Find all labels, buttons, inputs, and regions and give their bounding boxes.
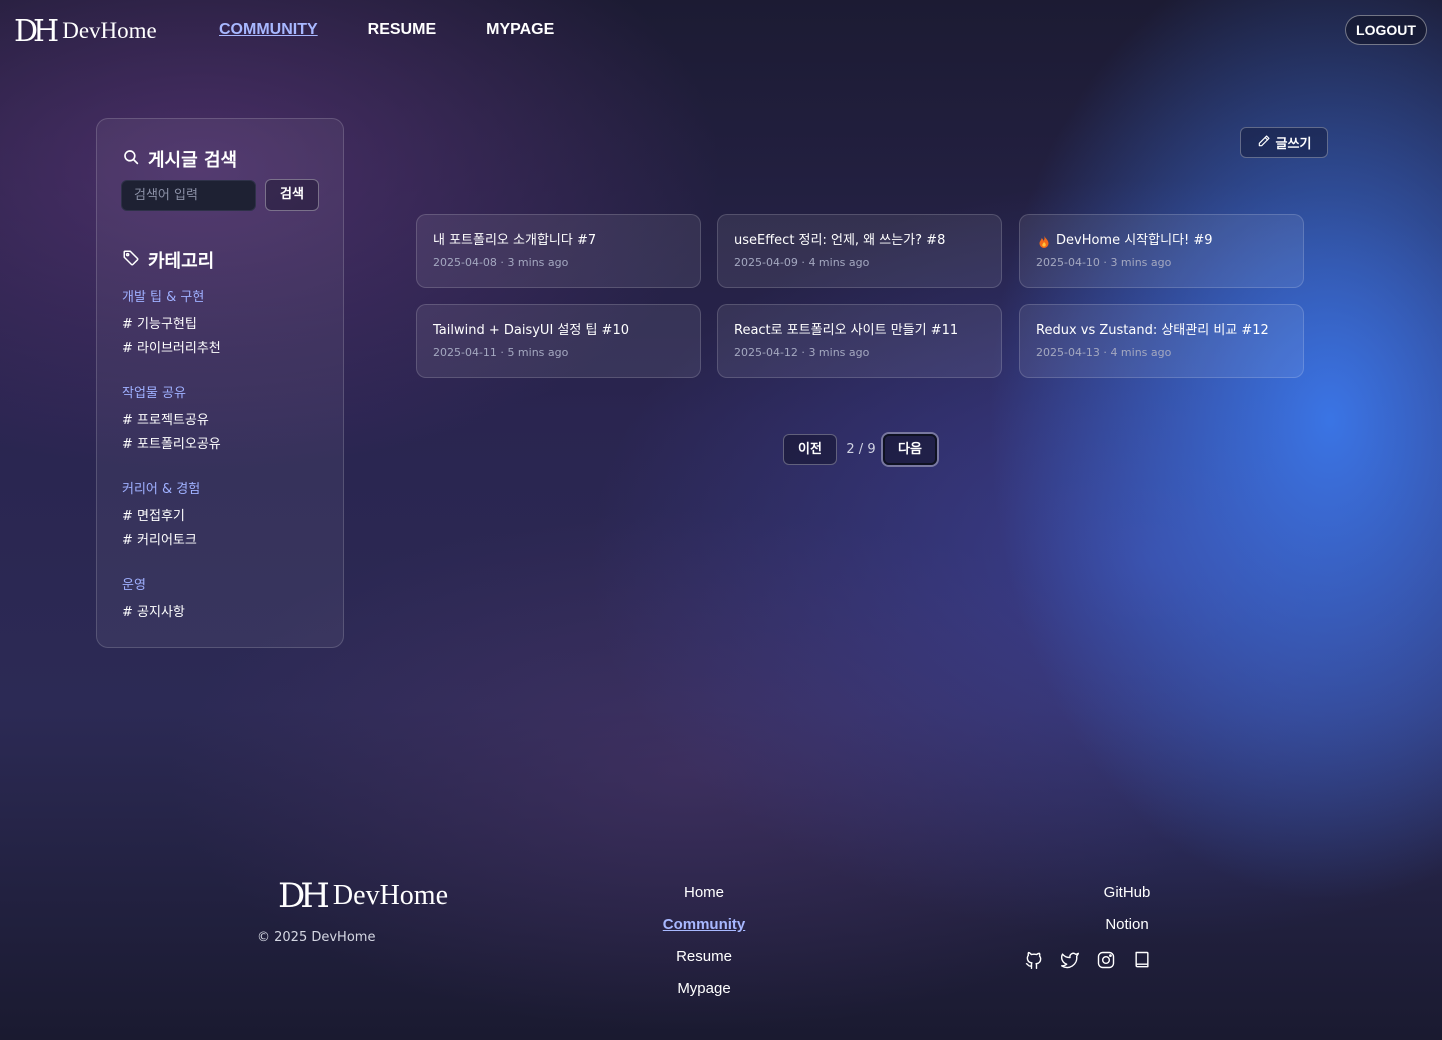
prev-page-button[interactable]: 이전 bbox=[783, 434, 837, 465]
post-card[interactable]: 내 포트폴리오 소개합니다 #7 2025-04-08 · 3 mins ago bbox=[416, 214, 701, 288]
logo-mark: DH bbox=[14, 13, 59, 49]
post-meta: 2025-04-13 · 4 mins ago bbox=[1036, 346, 1172, 359]
post-title: Redux vs Zustand: 상태관리 비교 #12 bbox=[1036, 323, 1269, 338]
category-heading: 카테고리 bbox=[122, 247, 214, 273]
category-group-title[interactable]: 개발 팁 & 구현 bbox=[122, 289, 221, 307]
search-title: 게시글 검색 bbox=[148, 150, 238, 171]
post-read-time: 3 mins ago bbox=[1110, 256, 1172, 269]
logo-text: DevHome bbox=[332, 880, 448, 911]
category-item[interactable]: # 공지사항 bbox=[122, 601, 185, 625]
logout-button[interactable]: LOGOUT bbox=[1345, 15, 1427, 45]
footer-link-home[interactable]: Home bbox=[654, 877, 754, 909]
post-meta: 2025-04-10 · 3 mins ago bbox=[1036, 256, 1172, 269]
post-card[interactable]: DevHome 시작합니다! #9 2025-04-10 · 3 mins ag… bbox=[1019, 214, 1304, 288]
search-heading: 게시글 검색 bbox=[122, 146, 237, 172]
category-item[interactable]: # 프로젝트공유 bbox=[122, 409, 221, 433]
post-read-time: 3 mins ago bbox=[507, 256, 569, 269]
instagram-icon[interactable] bbox=[1096, 950, 1116, 970]
search-button[interactable]: 검색 bbox=[265, 179, 319, 211]
logo-mark: DH bbox=[278, 876, 330, 916]
github-icon[interactable] bbox=[1024, 950, 1044, 970]
post-read-time: 4 mins ago bbox=[808, 256, 870, 269]
tag-icon bbox=[122, 249, 140, 272]
book-icon[interactable] bbox=[1132, 950, 1152, 970]
post-date: 2025-04-10 bbox=[1036, 256, 1100, 269]
post-card[interactable]: useEffect 정리: 언제, 왜 쓰는가? #8 2025-04-09 ·… bbox=[717, 214, 1002, 288]
post-date: 2025-04-08 bbox=[433, 256, 497, 269]
write-label: 글쓰기 bbox=[1275, 137, 1312, 152]
post-card[interactable]: Tailwind + DaisyUI 설정 팁 #10 2025-04-11 ·… bbox=[416, 304, 701, 378]
post-card[interactable]: React로 포트폴리오 사이트 만들기 #11 2025-04-12 · 3 … bbox=[717, 304, 1002, 378]
category-item[interactable]: # 포트폴리오공유 bbox=[122, 433, 221, 457]
footer-logo[interactable]: DH DevHome bbox=[278, 876, 448, 916]
post-meta: 2025-04-12 · 3 mins ago bbox=[734, 346, 870, 359]
social-links bbox=[1024, 950, 1152, 970]
footer-link-notion[interactable]: Notion bbox=[1077, 909, 1177, 941]
nav-community[interactable]: COMMUNITY bbox=[219, 19, 318, 41]
post-meta: 2025-04-11 · 5 mins ago bbox=[433, 346, 569, 359]
write-post-button[interactable]: 글쓰기 bbox=[1240, 127, 1328, 158]
search-icon bbox=[122, 148, 140, 171]
sidebar: 게시글 검색 검색 카테고리 개발 팁 & 구현 # 기능구현팁 # 라이브러리… bbox=[96, 118, 344, 648]
post-read-time: 5 mins ago bbox=[507, 346, 569, 359]
footer-link-resume[interactable]: Resume bbox=[654, 941, 754, 973]
nav-mypage[interactable]: MYPAGE bbox=[486, 19, 554, 41]
twitter-icon[interactable] bbox=[1060, 950, 1080, 970]
category-item[interactable]: # 면접후기 bbox=[122, 505, 200, 529]
page-indicator: 2 / 9 bbox=[846, 442, 876, 457]
category-item[interactable]: # 커리어토크 bbox=[122, 529, 200, 553]
post-title: React로 포트폴리오 사이트 만들기 #11 bbox=[734, 323, 959, 338]
post-card[interactable]: Redux vs Zustand: 상태관리 비교 #12 2025-04-13… bbox=[1019, 304, 1304, 378]
footer-nav: Home Community Resume Mypage bbox=[654, 877, 754, 1005]
category-group-share: 작업물 공유 # 프로젝트공유 # 포트폴리오공유 bbox=[122, 385, 221, 457]
post-meta: 2025-04-09 · 4 mins ago bbox=[734, 256, 870, 269]
category-group-ops: 운영 # 공지사항 bbox=[122, 577, 185, 625]
post-date: 2025-04-13 bbox=[1036, 346, 1100, 359]
fire-icon bbox=[1039, 235, 1049, 248]
pencil-icon bbox=[1257, 134, 1271, 152]
post-date: 2025-04-09 bbox=[734, 256, 798, 269]
main-nav: COMMUNITY RESUME MYPAGE bbox=[219, 19, 554, 41]
post-date: 2025-04-11 bbox=[433, 346, 497, 359]
footer-link-github[interactable]: GitHub bbox=[1077, 877, 1177, 909]
post-read-time: 3 mins ago bbox=[808, 346, 870, 359]
header-logo[interactable]: DH DevHome bbox=[14, 13, 157, 49]
post-title: DevHome 시작합니다! #9 bbox=[1056, 233, 1213, 248]
category-group-title[interactable]: 커리어 & 경험 bbox=[122, 481, 200, 499]
search-input[interactable] bbox=[121, 180, 256, 211]
footer-link-community[interactable]: Community bbox=[654, 909, 754, 941]
next-page-button[interactable]: 다음 bbox=[883, 434, 937, 465]
post-title: useEffect 정리: 언제, 왜 쓰는가? #8 bbox=[734, 233, 946, 248]
post-title: Tailwind + DaisyUI 설정 팁 #10 bbox=[433, 323, 629, 338]
category-group-dev: 개발 팁 & 구현 # 기능구현팁 # 라이브러리추천 bbox=[122, 289, 221, 361]
post-meta: 2025-04-08 · 3 mins ago bbox=[433, 256, 569, 269]
post-title: 내 포트폴리오 소개합니다 #7 bbox=[433, 233, 597, 248]
category-item[interactable]: # 라이브러리추천 bbox=[122, 337, 221, 361]
category-title: 카테고리 bbox=[148, 251, 215, 272]
category-item[interactable]: # 기능구현팁 bbox=[122, 313, 221, 337]
category-group-title[interactable]: 작업물 공유 bbox=[122, 385, 221, 403]
footer-link-mypage[interactable]: Mypage bbox=[654, 973, 754, 1005]
category-group-title[interactable]: 운영 bbox=[122, 577, 185, 595]
post-title-row: DevHome 시작합니다! #9 bbox=[1036, 232, 1287, 250]
footer-external: GitHub Notion bbox=[1077, 877, 1177, 941]
post-read-time: 4 mins ago bbox=[1110, 346, 1172, 359]
nav-resume[interactable]: RESUME bbox=[368, 19, 436, 41]
category-group-career: 커리어 & 경험 # 면접후기 # 커리어토크 bbox=[122, 481, 200, 553]
post-date: 2025-04-12 bbox=[734, 346, 798, 359]
copyright: © 2025 DevHome bbox=[257, 930, 376, 945]
logo-text: DevHome bbox=[62, 18, 157, 43]
